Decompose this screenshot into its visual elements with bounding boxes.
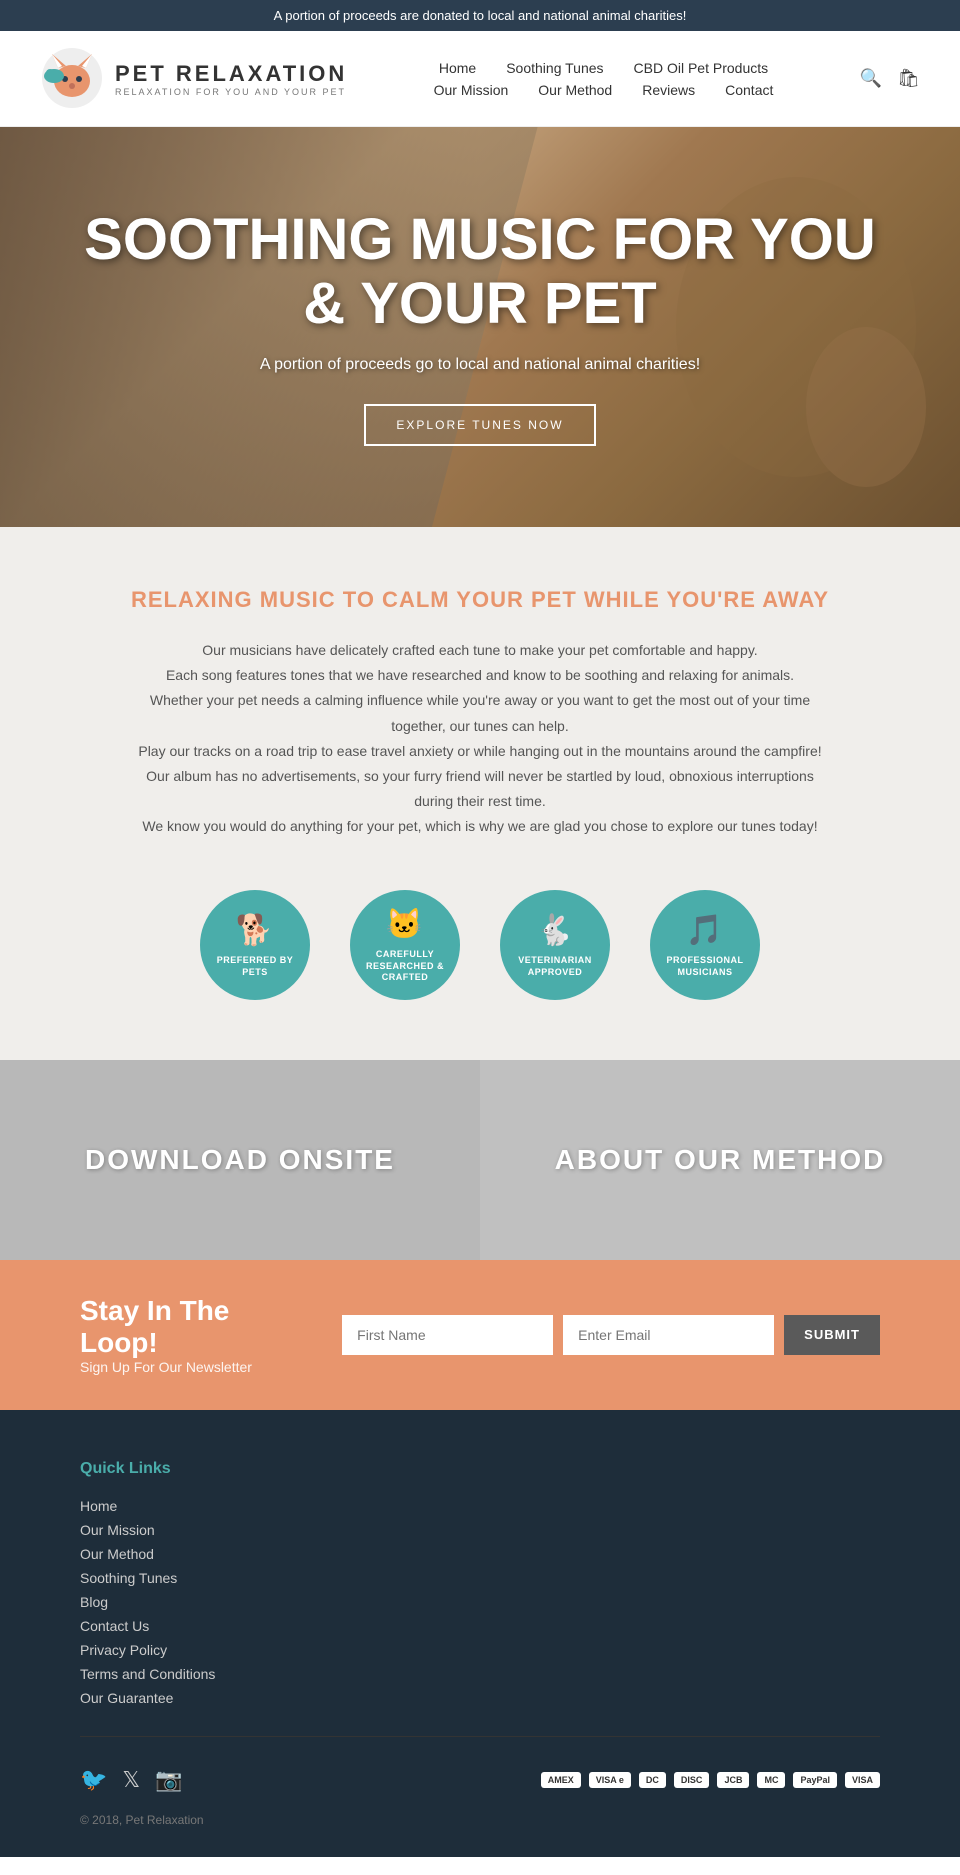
split-right: ABOUT OUR METHOD: [480, 1060, 960, 1260]
nav-contact[interactable]: Contact: [725, 82, 773, 98]
badge-vet-approved: 🐇 VETERINARIAN APPROVED: [500, 890, 610, 1000]
nav-row-2: Our Mission Our Method Reviews Contact: [434, 82, 774, 98]
newsletter-subtitle: Sign Up For Our Newsletter: [80, 1359, 302, 1375]
footer-link-mission[interactable]: Our Mission: [80, 1522, 880, 1538]
relax-para-4: Play our tracks on a road trip to ease t…: [130, 739, 830, 764]
footer-copyright: © 2018, Pet Relaxation: [80, 1813, 880, 1827]
logo-text-area: Pet RelaXation Relaxation For You And Yo…: [115, 61, 347, 97]
submit-button[interactable]: SUBMIT: [784, 1315, 880, 1355]
nav-row-1: Home Soothing Tunes CBD Oil Pet Products: [439, 60, 768, 76]
logo-icon: [40, 46, 105, 111]
footer-link-guarantee[interactable]: Our Guarantee: [80, 1690, 880, 1706]
nav-soothing-tunes[interactable]: Soothing Tunes: [506, 60, 603, 76]
hero-subtitle: A portion of proceeds go to local and na…: [60, 356, 900, 374]
logo-subtitle: Relaxation For You And Your Pet: [115, 87, 347, 97]
relax-section: RELAXING MUSIC TO CALM YOUR PET WHILE YO…: [0, 527, 960, 1060]
payment-discover: DISC: [674, 1772, 710, 1788]
quick-links-title: Quick Links: [80, 1460, 880, 1478]
payment-amex: AMEX: [541, 1772, 581, 1788]
badge-cat-icon: 🐱: [386, 905, 424, 944]
relax-para-3: Whether your pet needs a calming influen…: [130, 688, 830, 738]
nav-home[interactable]: Home: [439, 60, 476, 76]
payment-visa-electron: VISA e: [589, 1772, 631, 1788]
split-left: DOWNLOAD ONSITE: [0, 1060, 480, 1260]
top-banner-text: A portion of proceeds are donated to loc…: [274, 8, 687, 23]
nav-our-method[interactable]: Our Method: [538, 82, 612, 98]
payment-visa: VISA: [845, 1772, 880, 1788]
split-section: DOWNLOAD ONSITE ABOUT OUR METHOD: [0, 1060, 960, 1260]
footer-link-blog[interactable]: Blog: [80, 1594, 880, 1610]
badge-rabbit-icon: 🐇: [536, 911, 574, 950]
footer-divider: [80, 1736, 880, 1737]
logo-area: Pet RelaXation Relaxation For You And Yo…: [40, 46, 347, 111]
newsletter-section: Stay In The Loop! Sign Up For Our Newsle…: [0, 1260, 960, 1410]
relax-title: RELAXING MUSIC TO CALM YOUR PET WHILE YO…: [80, 587, 880, 613]
social-links: 🐦 𝕏 📷: [80, 1767, 183, 1793]
payment-jcb: JCB: [717, 1772, 749, 1788]
footer: Quick Links Home Our Mission Our Method …: [0, 1410, 960, 1857]
payment-paypal: PayPal: [793, 1772, 837, 1788]
hero-title: SOOTHING MUSIC FOR YOU & YOUR PET: [60, 208, 900, 336]
footer-link-contact[interactable]: Contact Us: [80, 1618, 880, 1634]
footer-link-method[interactable]: Our Method: [80, 1546, 880, 1562]
badge-preferred-by-pets: 🐕 PREFERRED BY PETS: [200, 890, 310, 1000]
explore-tunes-button[interactable]: EXPLORE TUNES NOW: [364, 404, 595, 446]
main-nav: Home Soothing Tunes CBD Oil Pet Products…: [347, 60, 859, 98]
newsletter-text: Stay In The Loop! Sign Up For Our Newsle…: [80, 1295, 302, 1375]
badge-label-3: PROFESSIONAL MUSICIANS: [663, 955, 747, 978]
relax-body-text: Our musicians have delicately crafted ea…: [130, 638, 830, 840]
nav-cbd-oil[interactable]: CBD Oil Pet Products: [634, 60, 769, 76]
payment-diners: DC: [639, 1772, 666, 1788]
instagram-icon[interactable]: 📷: [155, 1767, 182, 1793]
footer-link-privacy[interactable]: Privacy Policy: [80, 1642, 880, 1658]
email-input[interactable]: [563, 1315, 774, 1355]
first-name-input[interactable]: [342, 1315, 553, 1355]
header: Pet RelaXation Relaxation For You And Yo…: [0, 31, 960, 127]
top-banner: A portion of proceeds are donated to loc…: [0, 0, 960, 31]
relax-para-1: Our musicians have delicately crafted ea…: [130, 638, 830, 663]
badge-professional-musicians: 🎵 PROFESSIONAL MUSICIANS: [650, 890, 760, 1000]
relax-para-5: Our album has no advertisements, so your…: [130, 764, 830, 814]
badge-label-0: PREFERRED BY PETS: [213, 955, 297, 978]
hero-content: SOOTHING MUSIC FOR YOU & YOUR PET A port…: [0, 208, 960, 446]
nav-our-mission[interactable]: Our Mission: [434, 82, 509, 98]
header-icons: 🔍 🛍: [860, 68, 920, 89]
facebook-icon[interactable]: 🐦: [80, 1767, 107, 1793]
relax-para-2: Each song features tones that we have re…: [130, 663, 830, 688]
newsletter-form: SUBMIT: [342, 1315, 880, 1355]
search-icon[interactable]: 🔍: [860, 68, 882, 89]
nav-reviews[interactable]: Reviews: [642, 82, 695, 98]
footer-link-home[interactable]: Home: [80, 1498, 880, 1514]
footer-links: Home Our Mission Our Method Soothing Tun…: [80, 1498, 880, 1706]
payment-icons: AMEX VISA e DC DISC JCB MC PayPal VISA: [541, 1772, 880, 1788]
badge-carefully-researched: 🐱 CAREFULLY RESEARCHED & CRAFTED: [350, 890, 460, 1000]
payment-mastercard: MC: [757, 1772, 785, 1788]
footer-link-soothing-tunes[interactable]: Soothing Tunes: [80, 1570, 880, 1586]
download-onsite-title: DOWNLOAD ONSITE: [85, 1144, 395, 1176]
twitter-icon[interactable]: 𝕏: [122, 1767, 140, 1793]
newsletter-title: Stay In The Loop!: [80, 1295, 302, 1359]
badge-music-icon: 🎵: [686, 911, 724, 950]
badge-label-1: CAREFULLY RESEARCHED & CRAFTED: [363, 949, 447, 984]
footer-bottom: 🐦 𝕏 📷 AMEX VISA e DC DISC JCB MC PayPal …: [80, 1767, 880, 1793]
logo-title: Pet RelaXation: [115, 61, 347, 87]
about-method-title: ABOUT OUR METHOD: [555, 1144, 886, 1176]
badge-label-2: VETERINARIAN APPROVED: [513, 955, 597, 978]
footer-link-terms[interactable]: Terms and Conditions: [80, 1666, 880, 1682]
badge-dog-icon: 🐕: [236, 911, 274, 950]
relax-para-6: We know you would do anything for your p…: [130, 814, 830, 839]
cart-icon[interactable]: 🛍: [897, 68, 920, 89]
badges-row: 🐕 PREFERRED BY PETS 🐱 CAREFULLY RESEARCH…: [80, 890, 880, 1000]
hero-section: SOOTHING MUSIC FOR YOU & YOUR PET A port…: [0, 127, 960, 527]
